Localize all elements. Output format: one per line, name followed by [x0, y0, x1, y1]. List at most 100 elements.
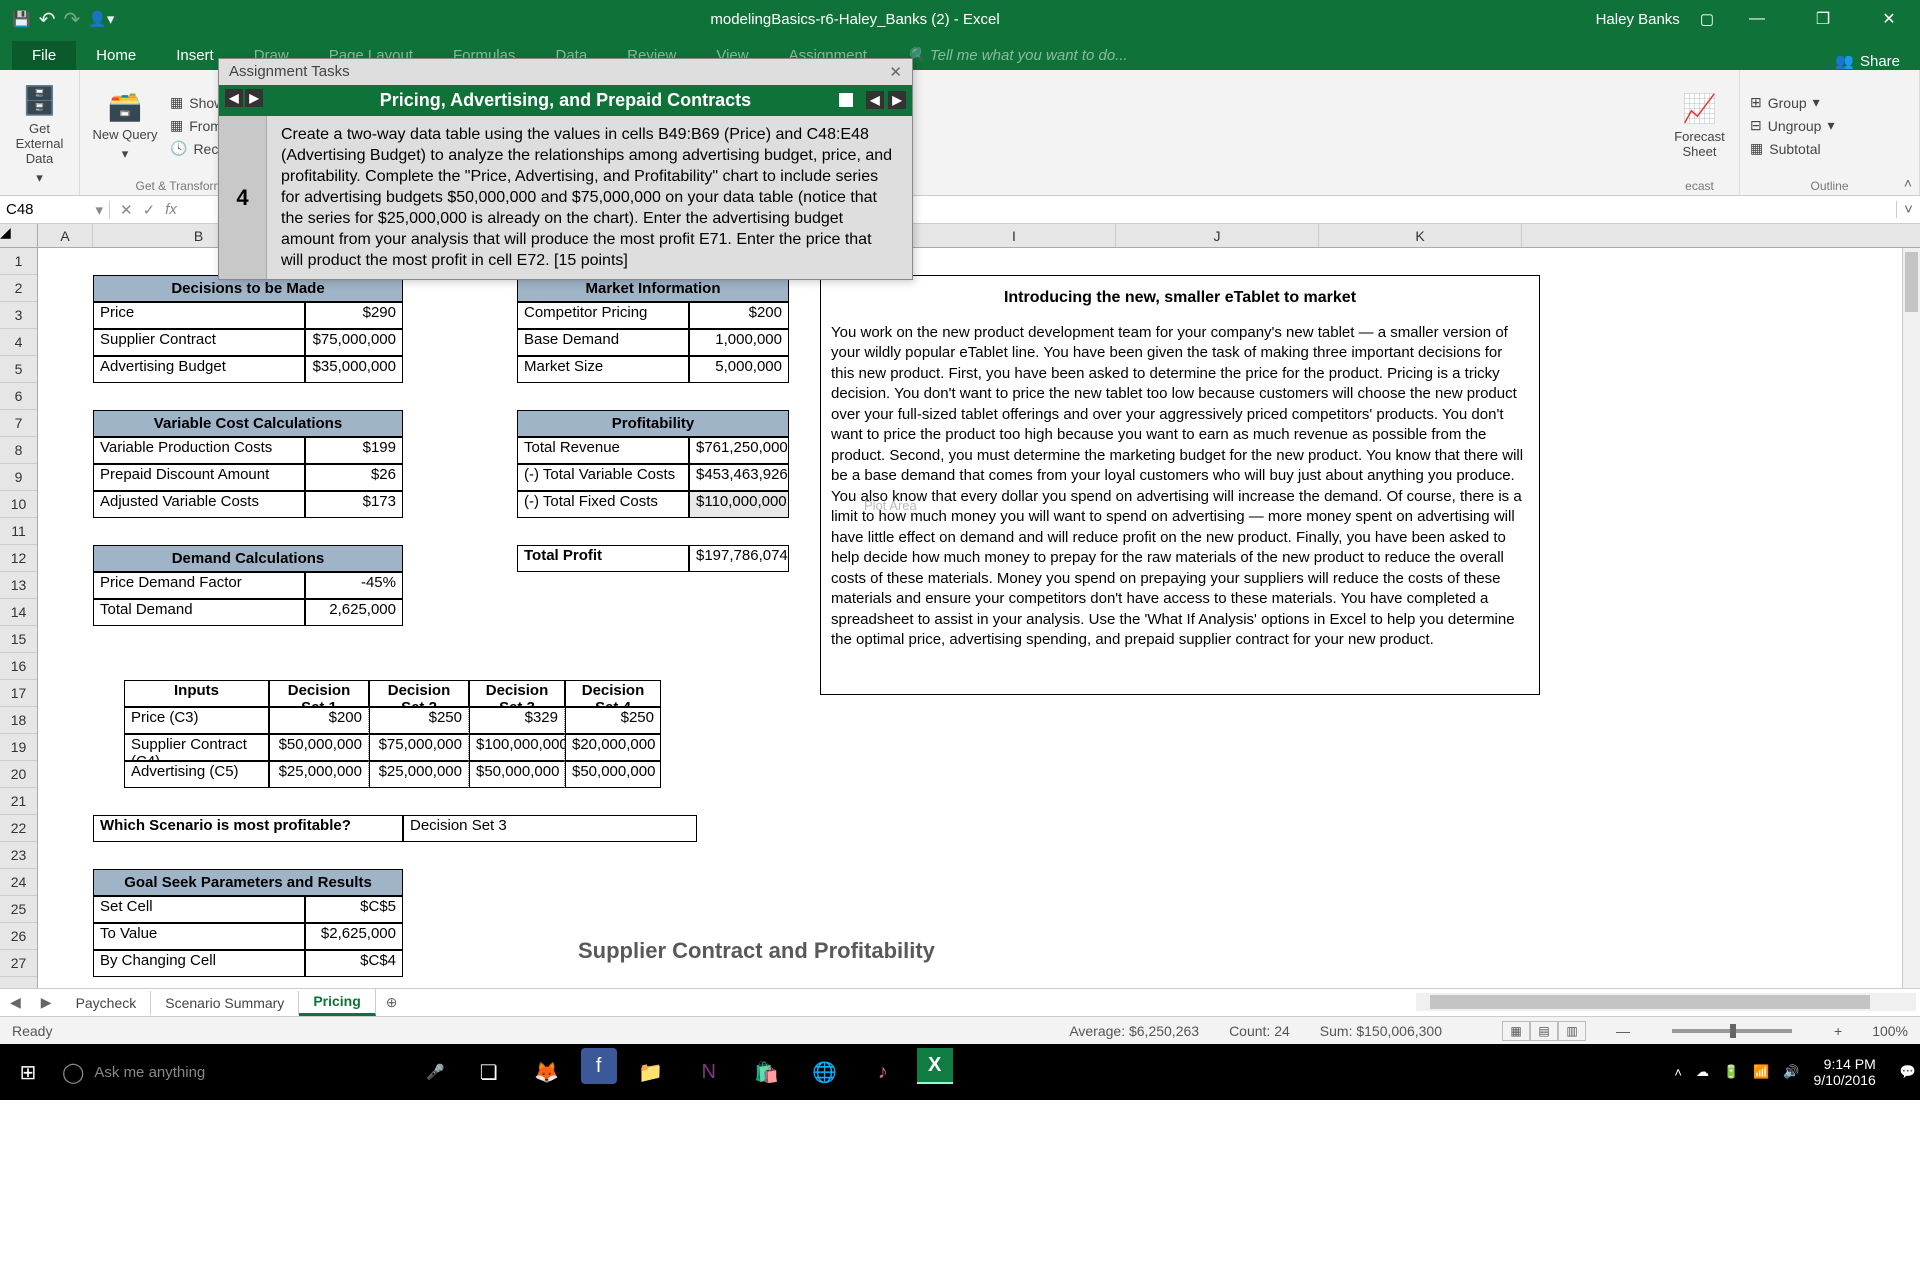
cancel-formula-icon[interactable]: ✕ [120, 201, 133, 219]
cell-cp-label[interactable]: Competitor Pricing [517, 302, 689, 329]
cell-supplier-label[interactable]: Supplier Contract [93, 329, 305, 356]
chrome-icon[interactable]: 🌐 [801, 1048, 849, 1096]
col-J[interactable]: J [1116, 224, 1319, 247]
row-3[interactable]: 3 [0, 302, 37, 329]
row-18[interactable]: 18 [0, 707, 37, 734]
cell-tp-label[interactable]: Total Profit [517, 545, 689, 572]
tray-onedrive-icon[interactable]: ☁ [1696, 1064, 1709, 1080]
row-27[interactable]: 27 [0, 950, 37, 977]
cell-tr-val[interactable]: $761,250,000 [689, 437, 789, 464]
row-14[interactable]: 14 [0, 599, 37, 626]
a3[interactable]: $50,000,000 [469, 761, 565, 788]
tray-battery-icon[interactable]: 🔋 [1723, 1064, 1739, 1080]
cortana-search[interactable]: ◯Ask me anything [56, 1060, 416, 1085]
subtotal-button[interactable]: ▦ Subtotal [1750, 140, 1909, 157]
s2[interactable]: $75,000,000 [369, 734, 469, 761]
scenario-q[interactable]: Which Scenario is most profitable? [93, 815, 403, 842]
maximize-button[interactable]: ❐ [1800, 9, 1846, 29]
new-query-button[interactable]: 🗃️New Query ▾ [90, 76, 160, 175]
assignment-close-icon[interactable]: ✕ [889, 63, 902, 81]
select-all-corner[interactable]: ◢ [0, 224, 38, 247]
row-8[interactable]: 8 [0, 437, 37, 464]
assignment-prev-icon[interactable]: ◀ [225, 89, 243, 107]
cell-bd-label[interactable]: Base Demand [517, 329, 689, 356]
cell-td-val[interactable]: 2,625,000 [305, 599, 403, 626]
sheet-nav-prev-icon[interactable]: ◀ [0, 994, 31, 1011]
in-price[interactable]: Price (C3) [124, 707, 269, 734]
cell-avc-val[interactable]: $173 [305, 491, 403, 518]
redo-icon[interactable]: ↷ [63, 7, 80, 32]
save-icon[interactable]: 💾 [12, 10, 31, 28]
tray-up-icon[interactable]: ˄ [1674, 1065, 1682, 1080]
col-I[interactable]: I [913, 224, 1116, 247]
undo-icon[interactable]: ↶ [39, 7, 56, 32]
cell-supplier-val[interactable]: $75,000,000 [305, 329, 403, 356]
cell-grid[interactable]: Decisions to be Made Price $290 Supplier… [38, 248, 1920, 988]
cell-pda-val[interactable]: $26 [305, 464, 403, 491]
touch-mode-icon[interactable]: 👤▾ [88, 10, 114, 28]
cell-price-label[interactable]: Price [93, 302, 305, 329]
view-pagelayout-icon[interactable]: ▤ [1530, 1021, 1558, 1041]
assignment-next2-icon[interactable]: ▶ [888, 91, 906, 109]
name-box[interactable]: C48▾ [0, 201, 110, 219]
ribbon-display-icon[interactable]: ▢ [1700, 10, 1714, 28]
cell-bd-val[interactable]: 1,000,000 [689, 329, 789, 356]
zoom-in-icon[interactable]: + [1834, 1023, 1842, 1039]
vertical-scrollbar[interactable] [1902, 248, 1920, 988]
cell-price-val[interactable]: $290 [305, 302, 403, 329]
firefox-icon[interactable]: 🦊 [523, 1048, 571, 1096]
in-adv[interactable]: Advertising (C5) [124, 761, 269, 788]
gs-by-v[interactable]: $C$4 [305, 950, 403, 977]
row-2[interactable]: 2 [0, 275, 37, 302]
p2[interactable]: $250 [369, 707, 469, 734]
inputs-header[interactable]: Inputs [124, 680, 269, 707]
hscroll-thumb[interactable] [1430, 995, 1870, 1009]
row-22[interactable]: 22 [0, 815, 37, 842]
p4[interactable]: $250 [565, 707, 661, 734]
s1[interactable]: $50,000,000 [269, 734, 369, 761]
sheet-nav-next-icon[interactable]: ▶ [31, 994, 62, 1011]
ungroup-button[interactable]: ⊟ Ungroup ▾ [1750, 117, 1909, 134]
row-12[interactable]: 12 [0, 545, 37, 572]
minimize-button[interactable]: — [1734, 10, 1780, 28]
cell-vpc-val[interactable]: $199 [305, 437, 403, 464]
cell-avc-label[interactable]: Adjusted Variable Costs [93, 491, 305, 518]
cell-cp-val[interactable]: $200 [689, 302, 789, 329]
mic-icon[interactable]: 🎤 [426, 1063, 445, 1081]
col-K[interactable]: K [1319, 224, 1522, 247]
sheet-tab-scenario[interactable]: Scenario Summary [151, 991, 299, 1015]
file-explorer-icon[interactable]: 📁 [627, 1048, 675, 1096]
enter-formula-icon[interactable]: ✓ [143, 201, 156, 219]
taskbar-clock[interactable]: 9:14 PM9/10/2016 [1814, 1056, 1886, 1088]
notifications-icon[interactable]: 💬 [1900, 1064, 1916, 1080]
horizontal-scrollbar[interactable] [1416, 993, 1916, 1011]
cell-tfc-label[interactable]: (-) Total Fixed Costs [517, 491, 689, 518]
share-button[interactable]: 👥Share [1835, 52, 1920, 70]
cell-pdf-label[interactable]: Price Demand Factor [93, 572, 305, 599]
tab-home[interactable]: Home [76, 41, 156, 70]
ds4-header[interactable]: Decision Set 4 [565, 680, 661, 707]
zoom-thumb[interactable] [1730, 1024, 1736, 1038]
cell-ms-val[interactable]: 5,000,000 [689, 356, 789, 383]
row-23[interactable]: 23 [0, 842, 37, 869]
row-13[interactable]: 13 [0, 572, 37, 599]
cell-td-label[interactable]: Total Demand [93, 599, 305, 626]
forecast-sheet-button[interactable]: 📈Forecast Sheet [1670, 76, 1729, 175]
assignment-stop-icon[interactable] [839, 93, 853, 107]
tray-volume-icon[interactable]: 🔊 [1783, 1064, 1799, 1080]
row-10[interactable]: 10 [0, 491, 37, 518]
row-17[interactable]: 17 [0, 680, 37, 707]
s3[interactable]: $100,000,000 [469, 734, 565, 761]
cell-tvc-label[interactable]: (-) Total Variable Costs [517, 464, 689, 491]
row-16[interactable]: 16 [0, 653, 37, 680]
ds1-header[interactable]: Decision Set 1 [269, 680, 369, 707]
row-15[interactable]: 15 [0, 626, 37, 653]
row-26[interactable]: 26 [0, 923, 37, 950]
ds2-header[interactable]: Decision Set 2 [369, 680, 469, 707]
row-11[interactable]: 11 [0, 518, 37, 545]
a4[interactable]: $50,000,000 [565, 761, 661, 788]
a2[interactable]: $25,000,000 [369, 761, 469, 788]
group-button[interactable]: ⊞ Group ▾ [1750, 94, 1909, 111]
cell-adv-label[interactable]: Advertising Budget [93, 356, 305, 383]
collapse-ribbon-icon[interactable]: ˄ [1904, 175, 1912, 191]
